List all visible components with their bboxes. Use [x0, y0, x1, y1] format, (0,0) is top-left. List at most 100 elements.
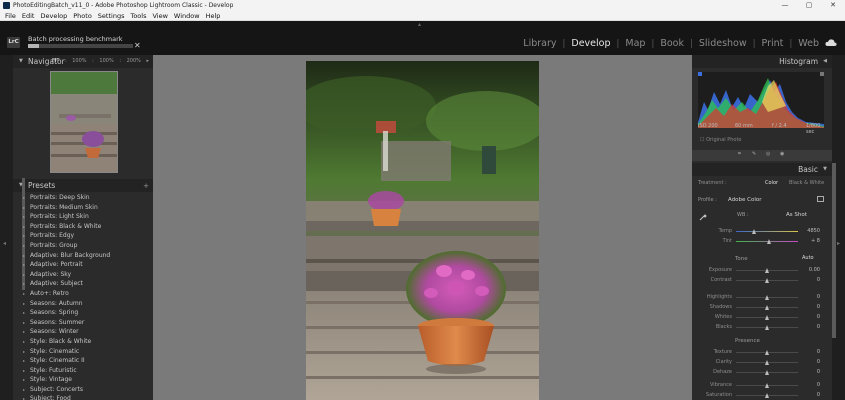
- slider-knob[interactable]: [765, 369, 769, 375]
- red-eye-tool-icon[interactable]: ◎: [766, 151, 770, 157]
- saturation-slider[interactable]: Saturation 0: [692, 392, 832, 400]
- preset-item[interactable]: ▸ Seasons: Winter: [23, 327, 151, 337]
- collapse-top-panel-icon[interactable]: ▴: [418, 21, 421, 28]
- treatment-bw[interactable]: Black & White: [789, 180, 824, 186]
- exposure-slider[interactable]: Exposure 0.00: [692, 267, 832, 275]
- texture-slider[interactable]: Texture 0: [692, 349, 832, 357]
- wb-dropdown[interactable]: As Shot: [786, 212, 807, 218]
- slider-knob[interactable]: [765, 392, 769, 398]
- slider-value[interactable]: 0.00: [800, 267, 820, 273]
- auto-tone-button[interactable]: Auto: [802, 255, 814, 261]
- preset-item[interactable]: ▸ Style: Futuristic: [23, 366, 151, 376]
- right-panel-edge[interactable]: ▸: [832, 55, 845, 400]
- menu-develop[interactable]: Develop: [37, 11, 70, 21]
- module-map[interactable]: Map: [625, 38, 645, 49]
- dehaze-slider[interactable]: Dehaze 0: [692, 369, 832, 377]
- cancel-task-icon[interactable]: ✕: [134, 41, 141, 50]
- minimize-icon[interactable]: —: [773, 0, 797, 11]
- cloud-sync-icon[interactable]: [825, 39, 837, 47]
- preset-item[interactable]: ▸ Seasons: Autumn: [23, 299, 151, 309]
- preset-item[interactable]: ▸ Style: Cinematic II: [23, 356, 151, 366]
- menu-settings[interactable]: Settings: [95, 11, 128, 21]
- healing-tool-icon[interactable]: ✎: [752, 151, 756, 157]
- vibrance-slider[interactable]: Vibrance 0: [692, 382, 832, 390]
- menu-tools[interactable]: Tools: [127, 11, 149, 21]
- preset-item[interactable]: ▸ Adaptive: Sky: [23, 270, 151, 280]
- left-panel-edge[interactable]: ◂: [0, 55, 13, 400]
- maximize-icon[interactable]: ▢: [797, 0, 821, 11]
- wb-eyedropper-icon[interactable]: [699, 213, 707, 221]
- module-develop[interactable]: Develop: [571, 38, 610, 49]
- slider-knob[interactable]: [765, 324, 769, 330]
- preset-item[interactable]: ▸ Adaptive: Subject: [23, 279, 151, 289]
- preset-item[interactable]: ▸ Auto+: Retro: [23, 289, 151, 299]
- preset-item[interactable]: ▸ Subject: Concerts: [23, 385, 151, 395]
- whites-slider[interactable]: Whites 0: [692, 314, 832, 322]
- tint-value[interactable]: + 8: [800, 238, 820, 244]
- preset-item[interactable]: ▸ Style: Vintage: [23, 375, 151, 385]
- shadow-clipping-icon[interactable]: [698, 72, 702, 76]
- slider-value[interactable]: 0: [800, 382, 820, 388]
- menu-view[interactable]: View: [149, 11, 170, 21]
- close-icon[interactable]: ✕: [821, 0, 845, 11]
- profile-dropdown[interactable]: Adobe Color: [728, 197, 762, 203]
- menu-help[interactable]: Help: [203, 11, 224, 21]
- preset-item[interactable]: ▸ Portraits: Medium Skin: [23, 203, 151, 213]
- slider-knob[interactable]: [765, 267, 769, 273]
- preset-item[interactable]: ▸ Portraits: Group: [23, 241, 151, 251]
- clarity-slider[interactable]: Clarity 0: [692, 359, 832, 367]
- menu-photo[interactable]: Photo: [70, 11, 95, 21]
- module-print[interactable]: Print: [762, 38, 784, 49]
- highlight-clipping-icon[interactable]: [820, 72, 824, 76]
- contrast-slider[interactable]: Contrast 0: [692, 277, 832, 285]
- temp-knob[interactable]: [752, 228, 756, 234]
- module-book[interactable]: Book: [660, 38, 684, 49]
- slider-value[interactable]: 0: [800, 349, 820, 355]
- collapse-left-panel-icon[interactable]: ◂: [3, 240, 6, 247]
- highlights-slider[interactable]: Highlights 0: [692, 294, 832, 302]
- tint-slider[interactable]: Tint + 8: [692, 238, 832, 246]
- shadows-slider[interactable]: Shadows 0: [692, 304, 832, 312]
- preset-item[interactable]: ▸ Subject: Food: [23, 394, 151, 400]
- collapse-right-panel-icon[interactable]: ▸: [837, 240, 840, 247]
- tint-knob[interactable]: [767, 238, 771, 244]
- histogram-graph[interactable]: [698, 72, 824, 128]
- preset-item[interactable]: ▸ Seasons: Summer: [23, 318, 151, 328]
- presets-header[interactable]: ▼ Presets +: [13, 179, 153, 192]
- preset-item[interactable]: ▸ Portraits: Edgy: [23, 231, 151, 241]
- blacks-slider[interactable]: Blacks 0: [692, 324, 832, 332]
- menu-window[interactable]: Window: [171, 11, 203, 21]
- slider-knob[interactable]: [765, 382, 769, 388]
- slider-value[interactable]: 0: [800, 359, 820, 365]
- preset-item[interactable]: ▸ Style: Black & White: [23, 337, 151, 347]
- histogram-header[interactable]: Histogram ◀: [692, 55, 832, 68]
- preset-item[interactable]: ▸ Portraits: Light Skin: [23, 212, 151, 222]
- basic-header[interactable]: Basic ▼: [692, 163, 832, 176]
- zoom-100b[interactable]: 100%: [99, 58, 113, 64]
- crop-tool-icon[interactable]: ⌗: [738, 151, 741, 157]
- slider-value[interactable]: 0: [800, 294, 820, 300]
- zoom-100a[interactable]: 100%: [72, 58, 86, 64]
- preset-item[interactable]: ▸ Portraits: Deep Skin: [23, 193, 151, 203]
- module-web[interactable]: Web: [798, 38, 819, 49]
- slider-knob[interactable]: [765, 359, 769, 365]
- slider-knob[interactable]: [765, 314, 769, 320]
- slider-value[interactable]: 0: [800, 277, 820, 283]
- temp-slider[interactable]: Temp 4850: [692, 228, 832, 236]
- preset-item[interactable]: ▸ Adaptive: Portrait: [23, 260, 151, 270]
- zoom-200[interactable]: 200%: [127, 58, 141, 64]
- temp-value[interactable]: 4850: [800, 228, 820, 234]
- zoom-more-icon[interactable]: ▸: [146, 58, 149, 64]
- masking-tool-icon[interactable]: ◉: [780, 151, 784, 157]
- image-canvas[interactable]: [153, 55, 692, 400]
- navigator-header[interactable]: ▼ Navigator FIT : 100% : 100% : 200% ▸: [13, 55, 153, 68]
- temp-track[interactable]: [736, 231, 798, 232]
- slider-knob[interactable]: [765, 304, 769, 310]
- zoom-fit[interactable]: FIT: [52, 58, 59, 64]
- slider-knob[interactable]: [765, 294, 769, 300]
- navigator-preview[interactable]: [50, 71, 118, 173]
- slider-value[interactable]: 0: [800, 392, 820, 398]
- menu-file[interactable]: File: [2, 11, 19, 21]
- module-library[interactable]: Library: [523, 38, 556, 49]
- slider-value[interactable]: 0: [800, 324, 820, 330]
